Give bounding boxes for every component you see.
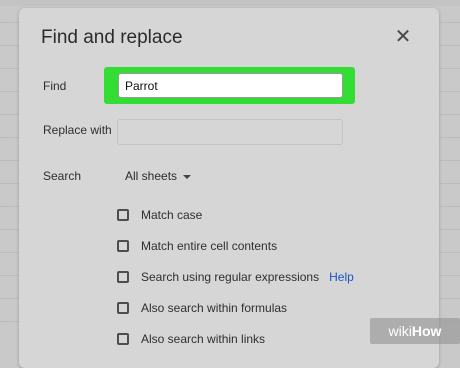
option-match-case[interactable]: Match case: [117, 207, 202, 223]
dialog-title: Find and replace: [41, 27, 183, 48]
search-scope-dropdown[interactable]: All sheets: [117, 163, 195, 189]
close-icon[interactable]: ✕: [391, 25, 415, 49]
option-search-links[interactable]: Also search within links: [117, 331, 265, 347]
find-replace-dialog: Find and replace ✕ Find Replace with Sea…: [19, 8, 439, 368]
checkbox[interactable]: [117, 333, 129, 345]
help-link[interactable]: Help: [329, 270, 354, 284]
checkbox[interactable]: [117, 209, 129, 221]
option-label: Match case: [141, 208, 203, 222]
replace-label: Replace with: [43, 123, 112, 137]
checkbox[interactable]: [117, 271, 129, 283]
spreadsheet-topline: [0, 0, 460, 6]
option-match-entire-cell[interactable]: Match entire cell contents: [117, 238, 277, 254]
option-label: Match entire cell contents: [141, 239, 278, 253]
find-input[interactable]: [118, 73, 343, 98]
search-scope-value: All sheets: [125, 169, 178, 183]
option-search-formulas[interactable]: Also search within formulas: [117, 300, 287, 316]
checkbox[interactable]: [117, 302, 129, 314]
watermark-how: How: [411, 323, 442, 339]
find-label: Find: [43, 79, 67, 93]
option-label: Also search within formulas: [141, 301, 288, 315]
option-regex[interactable]: Search using regular expressions Help: [117, 269, 354, 285]
wikihow-watermark: wikiHow: [370, 318, 460, 344]
watermark-wiki: wiki: [388, 323, 412, 339]
option-label: Search using regular expressions: [141, 270, 320, 284]
replace-input[interactable]: [117, 119, 343, 145]
search-label: Search: [43, 169, 82, 183]
checkbox[interactable]: [117, 240, 129, 252]
caret-down-icon: [183, 174, 192, 179]
